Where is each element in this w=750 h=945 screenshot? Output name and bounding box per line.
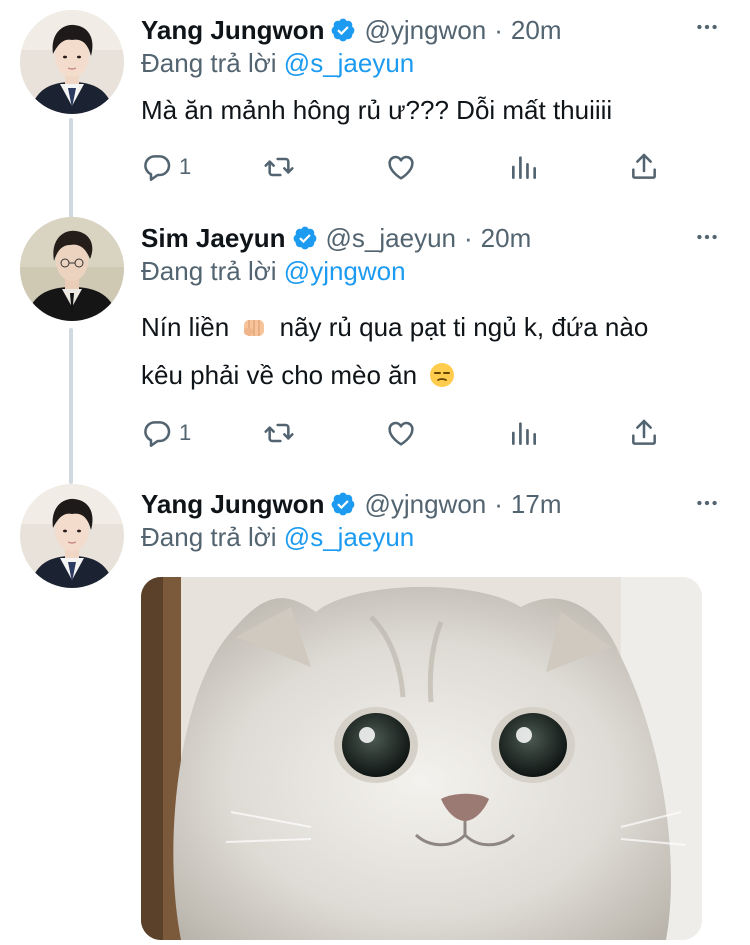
separator-dot: · — [494, 488, 503, 519]
retweet-button[interactable] — [263, 413, 295, 453]
avatar[interactable] — [20, 217, 124, 321]
share-icon — [628, 151, 660, 183]
display-name[interactable]: Sim Jaeyun — [141, 223, 286, 254]
retweet-icon — [263, 151, 295, 183]
reply-icon — [141, 151, 173, 183]
mention-link[interactable]: @yjngwon — [284, 256, 406, 286]
like-icon — [385, 151, 417, 183]
mention-link[interactable]: @s_jaeyun — [284, 522, 414, 552]
user-handle[interactable]: @s_jaeyun — [326, 223, 456, 254]
like-button[interactable] — [385, 413, 417, 453]
timestamp[interactable]: 20m — [511, 15, 562, 46]
tweet-header: Sim Jaeyun @s_jaeyun · 20m — [141, 220, 750, 256]
tweet-text-part: kêu phải về cho mèo ăn — [141, 360, 418, 390]
share-button[interactable] — [628, 413, 660, 453]
reply-count: 1 — [179, 154, 192, 179]
unamused-face-emoji-icon — [430, 363, 455, 387]
retweet-button[interactable] — [263, 147, 295, 187]
more-icon[interactable] — [694, 224, 720, 250]
timestamp[interactable]: 17m — [511, 489, 562, 520]
reply-prefix: Đang trả lời — [141, 522, 277, 552]
tweet-text-part: Nín liền — [141, 312, 230, 342]
oncoming-fist-emoji-icon — [244, 320, 265, 336]
tweet-actions: 1 — [141, 147, 681, 187]
tweet-text: Nín liền nãy rủ qua pạt ti ngủ k, đứa nà… — [141, 303, 710, 399]
like-icon — [385, 417, 417, 449]
analytics-button[interactable] — [508, 147, 540, 187]
reply-prefix: Đang trả lời — [141, 48, 277, 78]
mention-link[interactable]: @s_jaeyun — [284, 48, 414, 78]
reply-count: 1 — [179, 420, 192, 445]
user-handle[interactable]: @yjngwon — [364, 489, 486, 520]
verified-icon — [330, 491, 356, 517]
reply-context: Đang trả lời @yjngwon — [141, 256, 406, 287]
avatar[interactable] — [20, 484, 124, 588]
user-handle[interactable]: @yjngwon — [364, 15, 486, 46]
reply-icon — [141, 417, 173, 449]
separator-dot: · — [494, 14, 503, 45]
reply-button[interactable]: 1 — [141, 147, 191, 187]
share-button[interactable] — [628, 147, 660, 187]
tweet[interactable]: Yang Jungwon @yjngwon · 20m Đang trả lời… — [0, 0, 750, 210]
verified-icon — [292, 225, 318, 251]
tweet-actions: 1 — [141, 413, 681, 453]
share-icon — [628, 417, 660, 449]
tweet[interactable]: Sim Jaeyun @s_jaeyun · 20m Đang trả lời … — [0, 210, 750, 480]
reply-prefix: Đang trả lời — [141, 256, 277, 286]
tweet[interactable]: Yang Jungwon @yjngwon · 17m Đang trả lời… — [0, 480, 750, 945]
analytics-icon — [508, 417, 540, 449]
reply-button[interactable]: 1 — [141, 413, 191, 453]
separator-dot: · — [464, 222, 473, 253]
reply-context: Đang trả lời @s_jaeyun — [141, 48, 414, 79]
timestamp[interactable]: 20m — [481, 223, 532, 254]
retweet-icon — [263, 417, 295, 449]
more-icon[interactable] — [694, 14, 720, 40]
tweet-text: Mà ăn mảnh hông rủ ư??? Dỗi mất thuiiii — [141, 95, 613, 125]
avatar[interactable] — [20, 10, 124, 114]
more-icon[interactable] — [694, 490, 720, 516]
tweet-text-part: nãy rủ qua pạt ti ngủ k, đứa nào — [279, 312, 649, 342]
display-name[interactable]: Yang Jungwon — [141, 489, 324, 520]
tweet-media-image[interactable] — [141, 577, 702, 940]
verified-icon — [330, 17, 356, 43]
tweet-header: Yang Jungwon @yjngwon · 20m — [141, 12, 750, 48]
like-button[interactable] — [385, 147, 417, 187]
cat-photo — [141, 577, 702, 940]
analytics-icon — [508, 151, 540, 183]
reply-context: Đang trả lời @s_jaeyun — [141, 522, 414, 553]
tweet-header: Yang Jungwon @yjngwon · 17m — [141, 486, 750, 522]
analytics-button[interactable] — [508, 413, 540, 453]
display-name[interactable]: Yang Jungwon — [141, 15, 324, 46]
